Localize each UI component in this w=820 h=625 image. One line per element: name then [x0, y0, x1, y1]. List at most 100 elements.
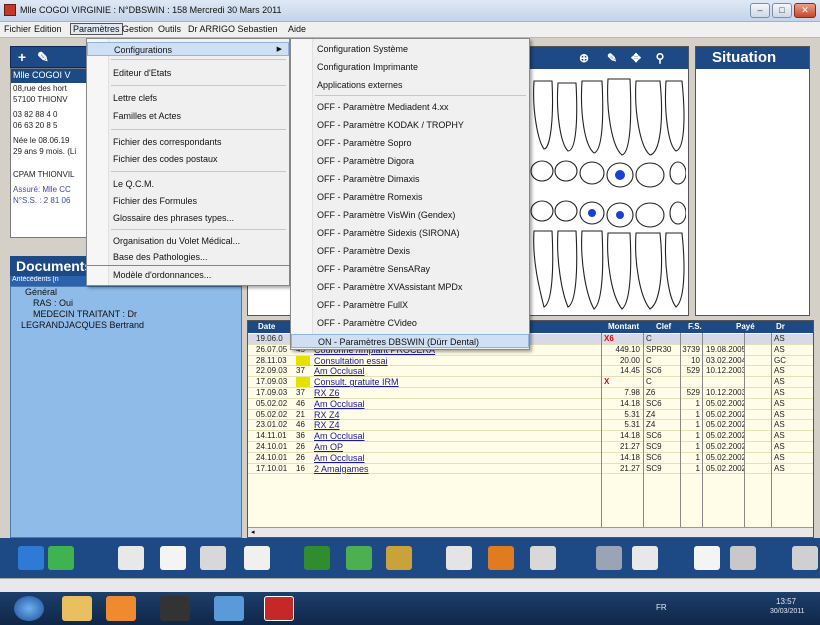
table-row[interactable]: 17.10.01 16 2 Amalgames 21.27 SC9 1 05.02.2002… [248, 464, 813, 475]
tooth-icon[interactable] [244, 546, 270, 570]
table-row[interactable]: 28.11.03 __ Consultation essai 20.00 C 10 03.0… [248, 355, 813, 367]
menu-fichier[interactable]: Fichier [4, 24, 31, 34]
app-icon-blue[interactable] [214, 596, 244, 621]
media-player-icon[interactable] [106, 596, 136, 621]
cell-fs: 1 [695, 409, 700, 419]
submenu-item-17[interactable]: ON - Paramètres DBSWIN (Dürr Dental) [291, 334, 529, 348]
submenu-item-13[interactable]: OFF - Paramètre SensARay [291, 262, 529, 276]
menu-item-lettre-clefs[interactable]: Lettre clefs [87, 91, 289, 105]
document-green-icon[interactable] [346, 546, 372, 570]
cell-fs: 529 [686, 366, 700, 376]
maximize-button[interactable]: □ [772, 3, 792, 18]
printer-icon[interactable] [200, 546, 226, 570]
menu-item-volet-medical[interactable]: Organisation du Volet Médical... [87, 234, 289, 248]
edit-pencil-icon[interactable]: ✎ [35, 49, 51, 65]
menu-item-editeur-etats[interactable]: Editeur d'Etats [87, 66, 289, 80]
submenu-item-12[interactable]: OFF - Paramètre Dexis [291, 244, 529, 258]
table-row[interactable]: 24.10.01 26 Am OP 21.27 SC9 1 05.02.2002 AS [248, 442, 813, 453]
submenu-item-1[interactable]: Configuration Système [291, 42, 529, 56]
submenu-item-3[interactable]: Applications externes [291, 78, 529, 92]
menu-item-glossaire[interactable]: Glossaire des phrases types... [87, 211, 289, 225]
dbswin-icon[interactable] [264, 596, 294, 621]
menu-item-familles-actes[interactable]: Familles et Actes [87, 109, 289, 123]
table-row[interactable]: 17.09.03 __ Consult. gratuite IRM X C AS [248, 377, 813, 388]
submenu-item-15[interactable]: OFF - Paramètre FullX [291, 298, 529, 312]
tooth-xray-icon[interactable] [596, 546, 622, 570]
submenu-item-5[interactable]: OFF - Paramètre KODAK / TROPHY [291, 118, 529, 132]
submenu-item-7[interactable]: OFF - Paramètre Digora [291, 154, 529, 168]
menu-item-qcm[interactable]: Le Q.C.M. [87, 177, 289, 191]
crosshair-icon[interactable]: ⊕ [576, 50, 592, 66]
cell-paye: 05.02.2002 [706, 463, 744, 473]
start-button[interactable] [14, 596, 44, 621]
submenu-item-8[interactable]: OFF - Paramètre Dimaxis [291, 172, 529, 186]
minimize-button[interactable]: – [750, 3, 770, 18]
menu-edition[interactable]: Edition [34, 24, 62, 34]
invoice-icon[interactable] [160, 546, 186, 570]
menu-item-codes-postaux[interactable]: Fichier des codes postaux [87, 152, 289, 166]
col-date[interactable]: Date [258, 322, 275, 331]
calendar-icon[interactable] [694, 546, 720, 570]
cell-tooth: __ [296, 377, 310, 388]
menu-item-pathologies[interactable]: Base des Pathologies... [87, 250, 289, 264]
submenu-item-4[interactable]: OFF - Paramètre Mediadent 4.xx [291, 100, 529, 114]
table-row[interactable]: 23.01.02 46 RX Z4 5.31 Z4 1 05.02.2002 AS [248, 420, 813, 432]
submenu-item-10[interactable]: OFF - Paramètre VisWin (Gendex) [291, 208, 529, 222]
submenu-item-6[interactable]: OFF - Paramètre Sopro [291, 136, 529, 150]
table-row[interactable]: 24.10.01 26 Am Occlusal 14.18 SC6 1 05.02.2002… [248, 453, 813, 464]
close-button[interactable]: ✕ [794, 3, 816, 18]
col-fs[interactable]: F.S. [688, 322, 702, 331]
cone-icon[interactable] [488, 546, 514, 570]
table-row[interactable]: 17.09.03 37 RX Z6 7.98 Z6 529 10.12.2003 AS [248, 388, 813, 399]
cell-paye: 05.02.2002 [706, 452, 744, 462]
tooth-diagram[interactable] [530, 71, 686, 311]
camera-icon[interactable] [632, 546, 658, 570]
card-reader-icon[interactable] [304, 546, 330, 570]
table-row[interactable]: 22.09.03 37 Am Occlusal 14.45 SC6 529 10.12.20… [248, 366, 813, 378]
menu-item-configurations[interactable]: Configurations ▶ [87, 42, 289, 56]
col-dr[interactable]: Dr [776, 322, 785, 331]
add-green-icon[interactable] [48, 546, 74, 570]
col-clef[interactable]: Clef [656, 322, 671, 331]
puzzle-icon[interactable] [18, 546, 44, 570]
cell-clef: C [646, 377, 652, 387]
menu-aide[interactable]: Aide [288, 24, 306, 34]
menu-parametres[interactable]: Paramètres [70, 23, 123, 35]
table-row[interactable]: 14.11.01 36 Am Occlusal 14.18 SC6 1 05.02.2002… [248, 431, 813, 442]
target-icon[interactable] [530, 546, 556, 570]
menu-item-ordonnances[interactable]: Modèle d'ordonnances... [87, 268, 289, 282]
zoom-icon[interactable]: ⚲ [652, 50, 668, 66]
clock-date[interactable]: 30/03/2011 [770, 608, 805, 615]
treatment-grid[interactable]: Date Montant Clef F.S. Payé Dr 19.06.0 X6… [247, 320, 814, 538]
phone-icon[interactable] [730, 546, 756, 570]
menu-item-formules[interactable]: Fichier des Formules [87, 194, 289, 208]
submenu-item-2[interactable]: Configuration Imprimante [291, 60, 529, 74]
brush-icon[interactable]: ✎ [604, 50, 620, 66]
col-paye[interactable]: Payé [736, 322, 755, 331]
menu-gestion[interactable]: Gestion [122, 24, 153, 34]
col-montant[interactable]: Montant [608, 322, 639, 331]
folder-icon[interactable] [118, 546, 144, 570]
table-row[interactable]: 05.02.02 21 RX Z4 5.31 Z4 1 05.02.2002 AS [248, 410, 813, 421]
add-icon[interactable]: + [14, 49, 30, 65]
case-icon[interactable] [386, 546, 412, 570]
hat-icon[interactable] [160, 596, 190, 621]
cell-tooth: 46 [296, 398, 305, 408]
clock-icon[interactable] [446, 546, 472, 570]
move-icon[interactable]: ✥ [628, 50, 644, 66]
cell-dr: AS [774, 442, 785, 451]
submenu-item-9[interactable]: OFF - Paramètre Romexis [291, 190, 529, 204]
trash-icon[interactable] [792, 546, 818, 570]
menu-doctor[interactable]: Dr ARRIGO Sebastien [188, 24, 278, 34]
explorer-icon[interactable] [62, 596, 92, 621]
table-row[interactable]: 05.02.02 46 Am Occlusal 14.18 SC6 1 05.02.2002… [248, 399, 813, 410]
grid-horizontal-scrollbar[interactable]: ◂ [248, 527, 813, 537]
submenu-item-11[interactable]: OFF - Paramètre Sidexis (SIRONA) [291, 226, 529, 240]
submenu-item-16[interactable]: OFF - Paramètre CVideo [291, 316, 529, 330]
cell-paye: 05.02.2002 [706, 420, 744, 430]
language-indicator[interactable]: FR [656, 603, 667, 612]
menu-item-correspondants[interactable]: Fichier des correspondants [87, 135, 289, 149]
clock-time[interactable]: 13:57 [776, 597, 796, 606]
submenu-item-14[interactable]: OFF - Paramètre XVAssistant MPDx [291, 280, 529, 294]
menu-outils[interactable]: Outils [158, 24, 181, 34]
